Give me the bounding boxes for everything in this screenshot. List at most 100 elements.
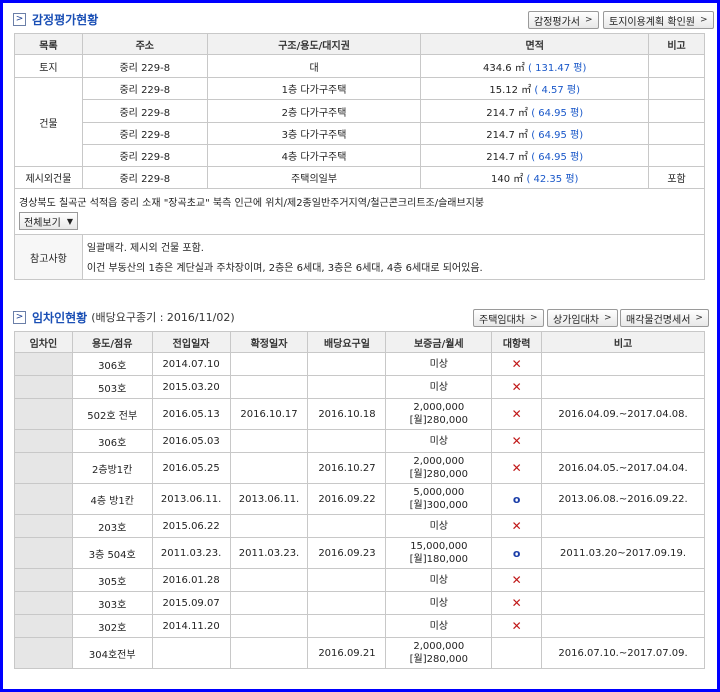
remark-line-2: 이건 부동산의 1층은 계단실과 주차장이며, 2층은 6세대, 3층은 6세대… [86,263,483,274]
appraisal-header-row: 목록 주소 구조/용도/대지권 면적 비고 [14,33,705,55]
tenant-name-cell [14,429,73,453]
tenant-note-cell: 2016.04.09.~2017.04.08. [541,398,705,430]
claim-date-cell: 2016.09.22 [307,483,387,515]
monthly-rent-value: [월]280,000 [409,654,468,665]
remark-row: 참고사항 일괄매각. 제시외 건물 포함. 이건 부동산의 1층은 계단실과 주… [14,234,706,280]
window-frame: > 감정평가현황 감정평가서 > 토지이용계획 확인원 > 목록 주소 구조/용도/… [0,0,720,692]
tenant-name-cell [14,614,73,638]
tenant-name-cell [14,452,73,484]
table-row: 503호 2015.03.20 미상 ✕ [14,375,705,399]
use-cell: 3층 504호 [71,537,153,569]
x-mark-icon: ✕ [511,461,522,475]
property-description: 경상북도 칠곡군 석적읍 중리 소재 "장곡초교" 북측 인근에 위치/제2종일… [19,198,485,209]
monthly-rent-value: [월]280,000 [409,415,468,426]
table-row: 제시외건물 중리 229-8 주택의일부 140 ㎡ ( 42.35 평) 포함 [14,166,705,189]
appraisal-section-header: > 감정평가현황 [13,8,98,30]
view-all-select[interactable]: 전체보기 ▼ [19,212,78,230]
deposit-value: 5,000,000 [413,487,465,498]
use-cell: 4층 방1칸 [71,483,153,515]
opposing-power-cell: ✕ [491,568,543,592]
note-cell [648,144,705,167]
note-cell [648,122,705,145]
shop-lease-button[interactable]: 상가임대차 > [547,309,618,327]
address-cell: 중리 229-8 [81,99,208,123]
chevron-right-icon: > [530,313,538,323]
appraisal-report-label: 감정평가서 [534,16,580,28]
claim-date-cell [307,429,387,453]
area-value: 214.7 ㎡ [486,152,529,163]
tenant-name-cell [14,352,73,376]
deposit-cell: 미상 [385,614,493,638]
address-cell: 중리 229-8 [81,77,208,100]
move-in-cell: 2016.05.03 [151,429,231,453]
fixed-date-cell [229,568,309,592]
claim-date-cell: 2016.10.18 [307,398,387,430]
shop-lease-label: 상가임대차 [553,314,599,326]
chevron-right-icon: > [699,15,708,25]
tenant-note-cell [541,352,705,376]
house-lease-button[interactable]: 주택임대차 > [473,309,544,327]
use-cell: 503호 [71,375,153,399]
pyeong-value: ( 64.95 평) [531,107,584,119]
fixed-date-cell: 2013.06.11. [229,483,309,515]
move-in-cell: 2016.05.25 [151,452,231,484]
table-row: 중리 229-8 4층 다가구주택 214.7 ㎡ ( 64.95 평) [15,144,705,167]
col-move-in: 전입일자 [151,331,231,353]
tenant-title: 임차인현황 [32,310,88,325]
fixed-date-cell [229,375,309,399]
area-cell: 434.6 ㎡ ( 131.47 평) [420,54,650,78]
address-cell: 중리 229-8 [81,122,208,145]
move-in-cell: 2016.05.13 [151,398,231,430]
move-in-cell [151,637,231,669]
area-cell: 214.7 ㎡ ( 64.95 평) [420,144,650,167]
x-mark-icon: ✕ [511,573,522,587]
tenant-note-cell: 2016.04.05.~2017.04.04. [541,452,705,484]
tenant-header-row: 임차인 용도/점유 전입일자 확정일자 배당요구일 보증금/월세 대항력 비고 [14,331,705,353]
section-arrow-icon: > [13,12,26,26]
structure-cell: 주택의일부 [206,166,422,189]
structure-cell: 1층 다가구주택 [206,77,422,100]
deposit-value: 2,000,000 [413,456,465,467]
x-mark-icon: ✕ [511,596,522,610]
table-row: 305호 2016.01.28 미상 ✕ [14,568,705,592]
use-cell: 502호 전부 [71,398,153,430]
area-cell: 214.7 ㎡ ( 64.95 평) [420,122,650,145]
note-cell [648,54,705,78]
tenant-name-cell [14,514,73,538]
tenant-note-cell [541,591,705,615]
table-row: 302호 2014.11.20 미상 ✕ [14,614,705,638]
fixed-date-cell [229,637,309,669]
col-claim-date: 배당요구일 [307,331,387,353]
tenant-name-cell [14,375,73,399]
opposing-power-cell: o [491,483,543,515]
pyeong-value: ( 4.57 평) [534,85,581,96]
claim-date-cell [307,591,387,615]
tenant-note-cell: 2016.07.10.~2017.07.09. [541,637,705,669]
sale-statement-button[interactable]: 매각물건명세서 > [620,309,709,327]
use-cell: 2층방1칸 [71,452,153,484]
description-row: 경상북도 칠곡군 석적읍 중리 소재 "장곡초교" 북측 인근에 위치/제2종일… [14,188,705,235]
area-value: 434.6 ㎡ [483,62,525,74]
use-cell: 305호 [71,568,153,592]
pyeong-value: ( 131.47 평) [528,62,587,74]
view-all-label: 전체보기 [24,217,61,229]
fixed-date-cell [229,614,309,638]
col-tenant: 임차인 [14,331,73,353]
deposit-cell: 2,000,000 [월]280,000 [385,452,493,484]
table-row: 토지 중리 229-8 대 434.6 ㎡ ( 131.47 평) [14,54,705,78]
address-cell: 중리 229-8 [81,54,208,78]
pyeong-value: ( 64.95 평) [531,130,584,141]
area-value: 15.12 ㎡ [489,85,532,96]
deposit-cell: 2,000,000 [월]280,000 [385,637,493,669]
fixed-date-cell: 2011.03.23. [229,537,309,569]
house-lease-label: 주택임대차 [479,314,525,326]
tenant-name-cell [14,483,73,515]
table-row: 304호전부 2016.09.21 2,000,000 [월]280,000 2016.… [14,637,705,669]
x-mark-icon: ✕ [511,434,522,448]
claim-date-cell [307,568,387,592]
appraisal-report-button[interactable]: 감정평가서 > [528,11,599,29]
col-structure: 구조/용도/대지권 [206,33,422,55]
table-row: 중리 229-8 2층 다가구주택 214.7 ㎡ ( 64.95 평) [15,99,705,123]
land-plan-button[interactable]: 토지이용계획 확인원 > [603,11,714,29]
deposit-value: 미상 [429,520,449,532]
